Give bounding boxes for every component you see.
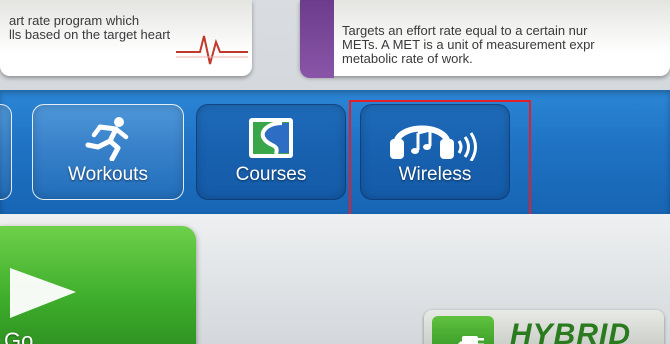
go-button-label: Go: [4, 328, 34, 344]
plug-icon: [457, 336, 484, 344]
program-card-heart-rate[interactable]: art rate program which lls based on the …: [0, 0, 252, 76]
nav-tile-label: Workouts: [68, 164, 148, 185]
treadmill-console-screen: art rate program which lls based on the …: [0, 0, 670, 344]
hybrid-button[interactable]: HYBRID: [424, 310, 664, 344]
nav-tile-workouts[interactable]: Workouts: [32, 104, 184, 200]
play-icon: [10, 268, 76, 318]
program-card-line: art rate program which: [9, 13, 140, 28]
program-card-mets[interactable]: Targets an effort rate equal to a certai…: [300, 0, 670, 78]
program-card-description: Targets an effort rate equal to a certai…: [342, 24, 670, 66]
program-card-accent: [300, 0, 334, 78]
nav-bar: Workouts Courses Wireless: [0, 90, 670, 214]
running-man-icon: [85, 117, 129, 161]
course-map-icon: [249, 118, 293, 158]
nav-tile-label: Courses: [235, 164, 307, 185]
hybrid-badge: [432, 316, 494, 344]
program-card-line: metabolic rate of work.: [342, 51, 473, 66]
program-card-line: Targets an effort rate equal to a certai…: [342, 23, 588, 38]
nav-tile-partial[interactable]: [0, 104, 12, 200]
nav-tile-courses[interactable]: Courses: [196, 104, 346, 200]
heartbeat-icon: [176, 35, 248, 65]
hybrid-label: HYBRID: [510, 318, 632, 344]
highlight-box: [349, 100, 531, 232]
program-card-line: METs. A MET is a unit of measurement exp…: [342, 37, 595, 52]
go-button[interactable]: Go: [0, 226, 196, 344]
